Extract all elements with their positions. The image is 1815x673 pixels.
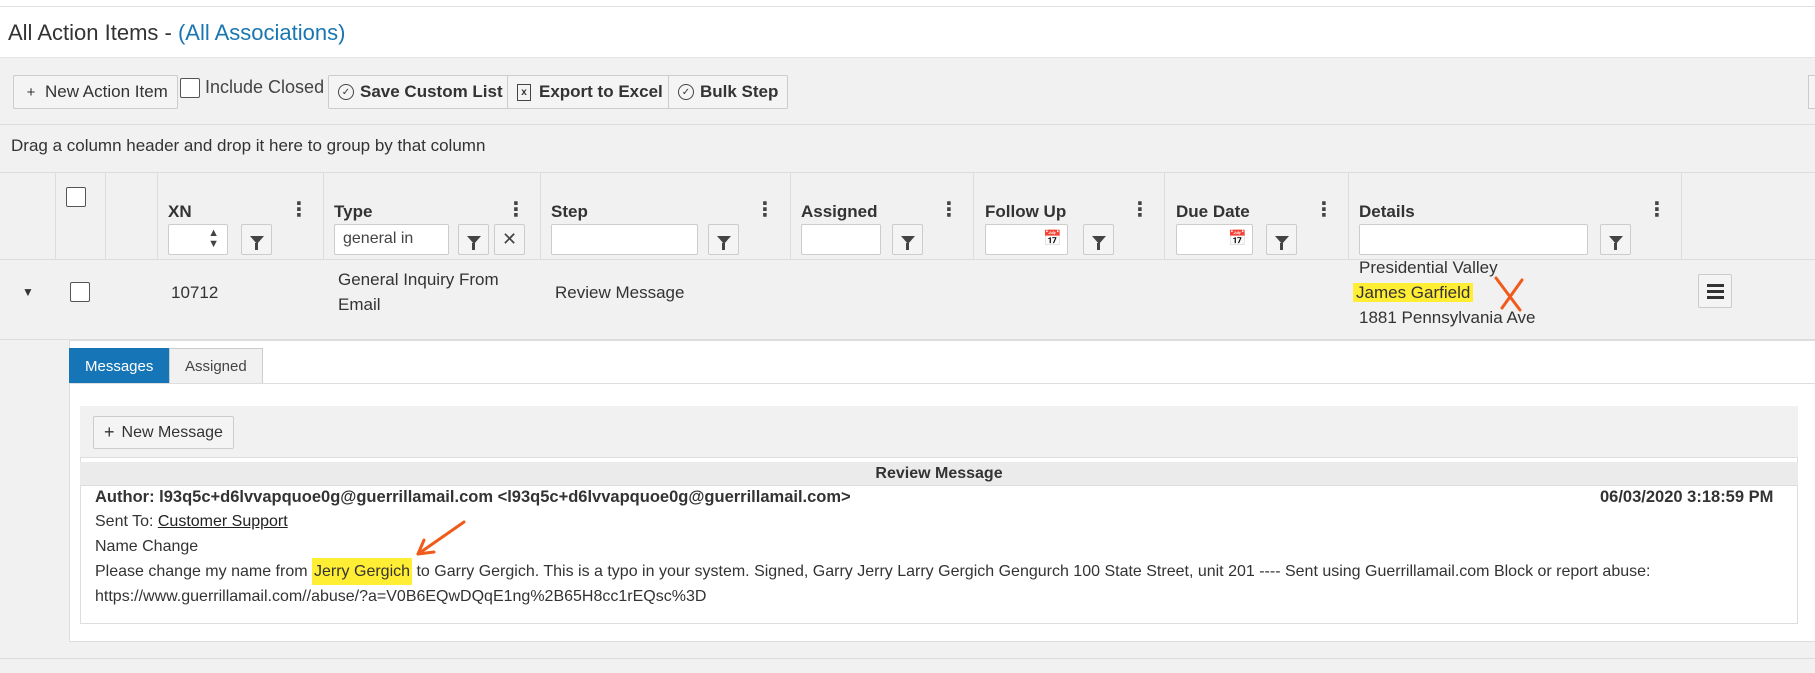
column-header-details[interactable]: Details <box>1359 202 1415 222</box>
column-menu-icon[interactable]: ⋮ <box>939 197 959 222</box>
save-custom-list-label: Save Custom List <box>360 82 503 101</box>
page-title: All Action Items - (All Associations) <box>8 20 345 46</box>
step-filter-button[interactable] <box>708 224 739 255</box>
filter-icon <box>1091 235 1106 250</box>
filter-icon <box>1274 235 1289 250</box>
close-icon: ✕ <box>501 229 518 249</box>
assigned-filter-button[interactable] <box>892 224 923 255</box>
column-menu-icon[interactable]: ⋮ <box>755 197 775 222</box>
follow-up-filter-button[interactable] <box>1083 224 1114 255</box>
plus-icon: + <box>104 422 115 442</box>
new-action-item-button[interactable]: + New Action Item <box>13 75 178 109</box>
step-filter-input[interactable] <box>551 224 698 255</box>
plus-icon: + <box>26 83 36 101</box>
row-checkbox[interactable] <box>70 282 90 302</box>
association-link[interactable]: (All Associations) <box>178 20 346 45</box>
filter-icon <box>716 235 731 250</box>
column-menu-icon[interactable]: ⋮ <box>1130 197 1150 222</box>
message-body: Please change my name from Jerry Gergich… <box>95 558 1651 585</box>
grid-footer <box>0 658 1815 673</box>
new-action-item-label: New Action Item <box>45 82 168 101</box>
hamburger-icon <box>1706 295 1724 299</box>
message-section-title: Review Message <box>80 462 1798 486</box>
group-by-hint: Drag a column header and drop it here to… <box>11 136 486 155</box>
new-message-button[interactable]: + New Message <box>93 416 234 449</box>
column-header-xn[interactable]: XN <box>168 202 192 222</box>
row-type-line2: Email <box>338 295 381 314</box>
collapse-row-icon[interactable]: ▼ <box>22 280 34 305</box>
details-owner-name: James Garfield <box>1353 283 1474 302</box>
due-date-filter-button[interactable] <box>1266 224 1297 255</box>
xn-filter-button[interactable] <box>241 224 272 255</box>
type-filter-button[interactable] <box>458 224 489 255</box>
row-type: General Inquiry From Email <box>338 267 499 317</box>
table-row[interactable] <box>0 260 1815 340</box>
column-header-due-date[interactable]: Due Date <box>1176 202 1250 222</box>
column-menu-icon[interactable]: ⋮ <box>289 197 309 222</box>
filter-icon <box>466 235 481 250</box>
row-menu-button[interactable] <box>1698 274 1732 308</box>
export-to-excel-label: Export to Excel <box>539 82 663 101</box>
row-xn: 10712 <box>171 283 219 302</box>
body-text: Please change my name from <box>95 563 312 580</box>
details-filter-input[interactable] <box>1359 224 1588 255</box>
hamburger-icon <box>1706 289 1724 293</box>
messages-toolbar <box>80 406 1798 458</box>
hamburger-icon <box>1706 283 1724 287</box>
filter-icon <box>249 235 264 250</box>
tab-divider <box>69 383 1815 384</box>
filter-icon <box>1608 235 1623 250</box>
message-sent-to: Sent To: Customer Support <box>95 513 288 531</box>
column-menu-icon[interactable]: ⋮ <box>506 197 526 222</box>
top-divider <box>0 6 1815 7</box>
annotation-arrow <box>416 520 466 556</box>
message-subject: Name Change <box>95 538 199 555</box>
row-type-line1: General Inquiry From <box>338 270 499 289</box>
type-filter-input[interactable]: general in <box>334 224 449 255</box>
column-header-type[interactable]: Type <box>334 202 372 222</box>
highlighted-name: Jerry Gergich <box>312 558 413 585</box>
select-all-checkbox[interactable] <box>66 187 86 207</box>
tab-assigned[interactable]: Assigned <box>169 348 263 384</box>
message-author: Author: l93q5c+d6lvvapquoe0g@guerrillama… <box>95 488 851 506</box>
row-step: Review Message <box>555 283 685 302</box>
calendar-icon[interactable]: 📅 <box>1228 229 1247 247</box>
type-filter-clear-button[interactable]: ✕ <box>494 224 525 255</box>
spinner-icon[interactable]: ▲ ▼ <box>208 228 219 250</box>
calendar-icon[interactable]: 📅 <box>1043 229 1062 247</box>
check-circle-icon: ✓ <box>678 84 694 100</box>
column-menu-icon[interactable]: ⋮ <box>1647 197 1667 222</box>
sent-to-link[interactable]: Customer Support <box>158 513 288 530</box>
xn-filter-input[interactable]: ▲ ▼ <box>168 224 228 255</box>
sent-to-label: Sent To: <box>95 513 158 530</box>
column-header-follow-up[interactable]: Follow Up <box>985 202 1066 222</box>
include-closed-label: Include Closed <box>205 77 325 97</box>
column-menu-icon[interactable]: ⋮ <box>1314 197 1334 222</box>
column-header-step[interactable]: Step <box>551 202 588 222</box>
page-title-text: All Action Items - <box>8 20 178 45</box>
include-closed-checkbox[interactable] <box>180 77 200 98</box>
bulk-step-button[interactable]: ✓ Bulk Step <box>668 75 789 109</box>
toolbar-overflow-button[interactable] <box>1808 75 1815 109</box>
check-circle-icon: ✓ <box>338 84 354 100</box>
excel-file-icon: x <box>517 83 531 101</box>
assigned-filter-input[interactable] <box>801 224 881 255</box>
tab-messages[interactable]: Messages <box>69 348 170 384</box>
message-date: 06/03/2020 3:18:59 PM <box>1600 488 1774 506</box>
details-filter-button[interactable] <box>1600 224 1631 255</box>
due-date-input[interactable]: 📅 <box>1176 224 1253 255</box>
bulk-step-label: Bulk Step <box>700 82 779 101</box>
body-text: to Garry Gergich. This is a typo in your… <box>412 563 1651 580</box>
follow-up-date-input[interactable]: 📅 <box>985 224 1068 255</box>
annotation-x-mark <box>1494 276 1524 312</box>
message-body-line2: https://www.guerrillamail.com//abuse/?a=… <box>95 588 707 605</box>
column-header-assigned[interactable]: Assigned <box>801 202 878 222</box>
new-message-label: New Message <box>121 423 223 441</box>
export-to-excel-button[interactable]: x Export to Excel <box>507 75 673 109</box>
save-custom-list-button[interactable]: ✓ Save Custom List <box>328 75 513 109</box>
filter-icon <box>900 235 915 250</box>
include-closed-toggle[interactable]: Include Closed <box>180 77 324 98</box>
